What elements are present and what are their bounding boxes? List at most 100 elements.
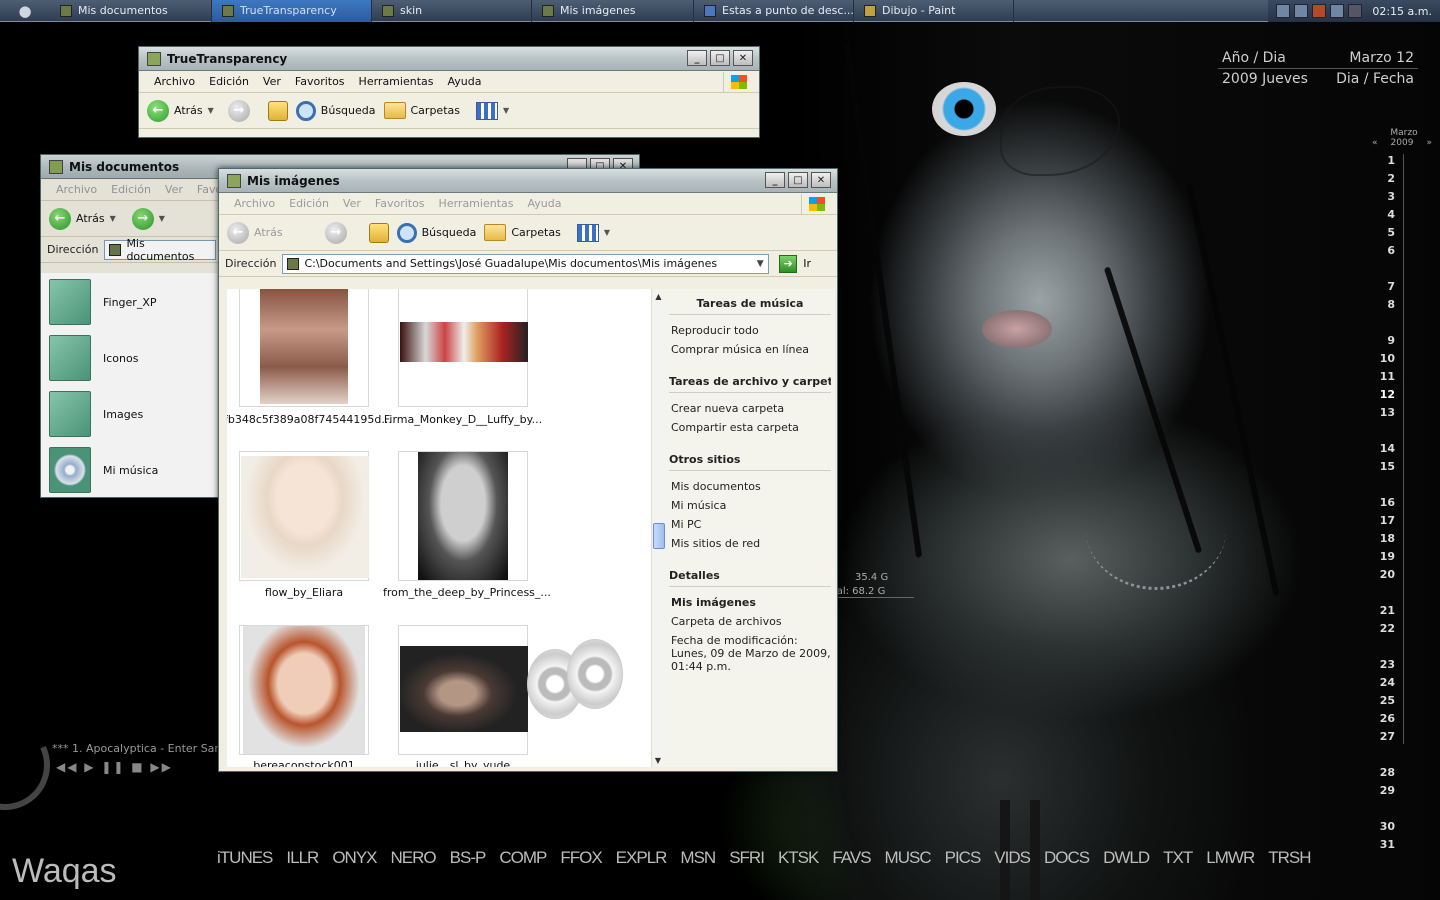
list-item[interactable]: Finger_XP (49, 279, 157, 325)
dock-item[interactable]: MUSC (878, 848, 938, 868)
tray-network-icon[interactable] (1330, 4, 1345, 18)
menu-archivo[interactable]: Archivo (147, 75, 202, 88)
task-section-files[interactable]: Tareas de archivo y carpeta (669, 367, 831, 393)
task-section-music[interactable]: Tareas de música (669, 289, 831, 315)
calendar-day[interactable]: 9 (1387, 334, 1395, 347)
tray-media-icon[interactable] (1312, 4, 1327, 18)
address-input[interactable]: C:\Documents and Settings\José Guadalupe… (282, 253, 770, 274)
calendar-day[interactable]: 22 (1380, 622, 1395, 635)
thumbnail-item[interactable] (398, 289, 528, 407)
scroll-down-arrow-icon[interactable]: ▼ (652, 753, 664, 767)
dock-item[interactable]: ONYX (325, 848, 383, 868)
scroll-up-arrow-icon[interactable]: ▲ (652, 289, 665, 303)
list-item[interactable]: Mi música (49, 447, 158, 493)
calendar-day[interactable]: 19 (1380, 550, 1395, 563)
dock-item[interactable]: VIDS (987, 848, 1037, 868)
task-link[interactable]: Mis sitios de red (669, 534, 831, 553)
chevron-down-icon[interactable]: ▼ (752, 255, 768, 273)
taskbar-button-skin[interactable]: skin (372, 0, 532, 22)
calendar-day[interactable]: 20 (1380, 568, 1395, 581)
calendar-day[interactable]: 5 (1387, 226, 1395, 239)
taskbar-button-mis-imagenes[interactable]: Mis imágenes (532, 0, 694, 22)
task-link[interactable]: Compartir esta carpeta (669, 418, 831, 437)
folders-button[interactable]: Carpetas (484, 224, 561, 241)
task-link[interactable]: Mis documentos (669, 477, 831, 496)
menu-herramientas[interactable]: Herramientas (432, 197, 521, 210)
dock-item[interactable]: iTUNES (210, 848, 279, 868)
start-button[interactable]: ● (0, 0, 50, 22)
menu-herramientas[interactable]: Herramientas (352, 75, 441, 88)
menu-favoritos[interactable]: Favoritos (288, 75, 352, 88)
task-link[interactable]: Comprar música en línea (669, 340, 831, 359)
folders-button[interactable]: Carpetas (383, 102, 460, 119)
calendar-day[interactable]: 10 (1380, 352, 1395, 365)
go-button[interactable]: Ir (803, 257, 811, 270)
calendar-day[interactable]: 25 (1380, 694, 1395, 707)
list-item[interactable]: Iconos (49, 335, 138, 381)
calendar-day[interactable]: 16 (1380, 496, 1395, 509)
taskbar-button-truetransparency[interactable]: TrueTransparency (212, 0, 372, 22)
close-button[interactable]: ✕ (811, 172, 831, 188)
taskbar-button-download[interactable]: Estas a punto de desc... (694, 0, 854, 22)
calendar-next-button[interactable]: » (1426, 138, 1432, 148)
thumbnail-item[interactable] (398, 625, 528, 755)
menu-edicion[interactable]: Edición (104, 183, 158, 196)
task-section-other-places[interactable]: Otros sitios (669, 445, 831, 471)
address-input[interactable]: Mis documentos (104, 237, 217, 263)
menu-ayuda[interactable]: Ayuda (520, 197, 568, 210)
task-section-details[interactable]: Detalles (669, 561, 831, 587)
calendar-day[interactable]: 3 (1387, 190, 1395, 203)
menu-ver[interactable]: Ver (336, 197, 368, 210)
dock-item[interactable]: PICS (938, 848, 988, 868)
calendar-day[interactable]: 24 (1380, 676, 1395, 689)
maximize-button[interactable]: □ (710, 50, 730, 66)
menu-ayuda[interactable]: Ayuda (440, 75, 488, 88)
minimize-button[interactable]: _ (765, 172, 785, 188)
menu-archivo[interactable]: Archivo (227, 197, 282, 210)
menu-favoritos[interactable]: Favoritos (368, 197, 432, 210)
dock-item[interactable]: BS-P (443, 848, 493, 868)
task-link[interactable]: Mi música (669, 496, 831, 515)
up-button[interactable] (368, 222, 389, 243)
dock-item[interactable]: COMP (492, 848, 553, 868)
tray-add-icon[interactable] (1276, 4, 1291, 18)
dock-item[interactable]: FAVS (825, 848, 877, 868)
thumbnail-item[interactable] (398, 451, 528, 581)
thumbnail-item[interactable] (239, 625, 369, 755)
dock-item[interactable]: KTSK (771, 848, 825, 868)
title-bar[interactable]: Mis imágenes _ □ ✕ (219, 169, 837, 193)
calendar-day[interactable]: 6 (1387, 244, 1395, 257)
calendar-day-today[interactable]: 12 (1380, 388, 1395, 401)
list-item[interactable]: Images (49, 391, 143, 437)
calendar-day[interactable]: 21 (1380, 604, 1395, 617)
thumbnail-item[interactable] (239, 451, 369, 581)
dock-item[interactable]: ILLR (279, 848, 325, 868)
calendar-prev-button[interactable]: « (1372, 138, 1378, 148)
thumbnail-item[interactable] (239, 289, 369, 407)
back-button[interactable]: ← Atrás (227, 221, 283, 244)
calendar-day[interactable]: 26 (1380, 712, 1395, 725)
calendar-day[interactable]: 11 (1380, 370, 1395, 383)
calendar-day[interactable]: 23 (1380, 658, 1395, 671)
vertical-scrollbar[interactable]: ▲ ▼ (651, 289, 665, 767)
dock-item[interactable]: DWLD (1096, 848, 1156, 868)
taskbar-button-mis-documentos[interactable]: Mis documentos (50, 0, 212, 22)
chevron-down-icon[interactable]: ▼ (159, 214, 165, 223)
menu-ver[interactable]: Ver (256, 75, 288, 88)
dock-item[interactable]: EXPLR (609, 848, 674, 868)
tray-window-icon[interactable] (1294, 4, 1309, 18)
views-button[interactable]: ▼ (475, 101, 509, 120)
player-controls[interactable]: ◀◀ ▶ ❚❚ ■ ▶▶ (56, 760, 173, 774)
volume-icon[interactable] (1348, 4, 1363, 18)
calendar-day[interactable]: 15 (1380, 460, 1395, 473)
forward-button[interactable]: → ▼ (131, 207, 165, 230)
calendar-day[interactable]: 14 (1380, 442, 1395, 455)
calendar-day[interactable]: 17 (1380, 514, 1395, 527)
calendar-day[interactable]: 1 (1387, 154, 1395, 167)
calendar-day[interactable]: 13 (1380, 406, 1395, 419)
forward-button[interactable]: → (227, 99, 250, 122)
forward-button[interactable]: → (324, 221, 347, 244)
dock-item[interactable]: TRSH (1261, 848, 1317, 868)
close-button[interactable]: ✕ (733, 50, 753, 66)
calendar-day[interactable]: 2 (1387, 172, 1395, 185)
